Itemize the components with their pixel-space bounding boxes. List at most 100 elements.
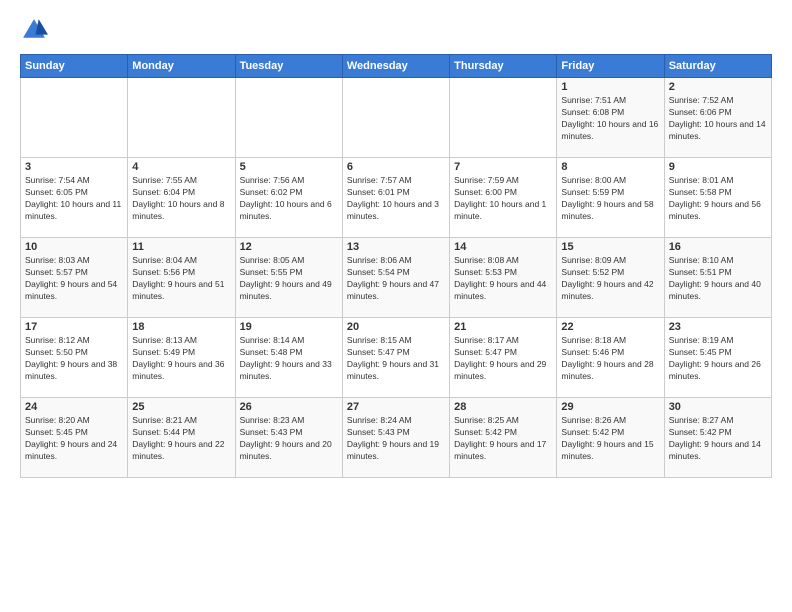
calendar-table: SundayMondayTuesdayWednesdayThursdayFrid… (20, 54, 772, 478)
calendar-cell: 13 Sunrise: 8:06 AM Sunset: 5:54 PM Dayli… (342, 238, 449, 318)
weekday-tuesday: Tuesday (235, 55, 342, 78)
calendar-cell: 29 Sunrise: 8:26 AM Sunset: 5:42 PM Dayli… (557, 398, 664, 478)
day-info: Sunrise: 8:08 AM Sunset: 5:53 PM Dayligh… (454, 255, 552, 303)
calendar-cell: 1 Sunrise: 7:51 AM Sunset: 6:08 PM Daylig… (557, 78, 664, 158)
calendar-cell: 18 Sunrise: 8:13 AM Sunset: 5:49 PM Dayli… (128, 318, 235, 398)
day-number: 18 (132, 321, 230, 333)
day-info: Sunrise: 8:17 AM Sunset: 5:47 PM Dayligh… (454, 335, 552, 383)
calendar-cell: 7Sunrise: 7:59 AM Sunset: 6:00 PM Daylig… (450, 158, 557, 238)
day-number: 10 (25, 241, 123, 253)
calendar-cell: 6 Sunrise: 7:57 AM Sunset: 6:01 PM Daylig… (342, 158, 449, 238)
day-number: 9 (669, 161, 767, 173)
day-info: Sunrise: 8:24 AM Sunset: 5:43 PM Dayligh… (347, 415, 445, 463)
day-info: Sunrise: 8:10 AM Sunset: 5:51 PM Dayligh… (669, 255, 767, 303)
calendar-cell: 22 Sunrise: 8:18 AM Sunset: 5:46 PM Dayli… (557, 318, 664, 398)
day-info: Sunrise: 8:19 AM Sunset: 5:45 PM Dayligh… (669, 335, 767, 383)
day-info: Sunrise: 8:18 AM Sunset: 5:46 PM Dayligh… (561, 335, 659, 383)
day-number: 3 (25, 161, 123, 173)
calendar-cell: 15 Sunrise: 8:09 AM Sunset: 5:52 PM Dayli… (557, 238, 664, 318)
day-number: 16 (669, 241, 767, 253)
day-info: Sunrise: 7:51 AM Sunset: 6:08 PM Dayligh… (561, 95, 659, 143)
day-info: Sunrise: 8:15 AM Sunset: 5:47 PM Dayligh… (347, 335, 445, 383)
calendar-cell (342, 78, 449, 158)
calendar-cell: 12 Sunrise: 8:05 AM Sunset: 5:55 PM Dayli… (235, 238, 342, 318)
day-number: 27 (347, 401, 445, 413)
day-number: 15 (561, 241, 659, 253)
day-number: 23 (669, 321, 767, 333)
day-info: Sunrise: 8:27 AM Sunset: 5:42 PM Dayligh… (669, 415, 767, 463)
calendar-cell: 28Sunrise: 8:25 AM Sunset: 5:42 PM Dayli… (450, 398, 557, 478)
calendar-cell: 25Sunrise: 8:21 AM Sunset: 5:44 PM Dayli… (128, 398, 235, 478)
calendar-cell: 11Sunrise: 8:04 AM Sunset: 5:56 PM Dayli… (128, 238, 235, 318)
weekday-wednesday: Wednesday (342, 55, 449, 78)
calendar-cell: 27 Sunrise: 8:24 AM Sunset: 5:43 PM Dayli… (342, 398, 449, 478)
day-info: Sunrise: 7:55 AM Sunset: 6:04 PM Dayligh… (132, 175, 230, 223)
calendar-cell: 19 Sunrise: 8:14 AM Sunset: 5:48 PM Dayli… (235, 318, 342, 398)
day-info: Sunrise: 8:20 AM Sunset: 5:45 PM Dayligh… (25, 415, 123, 463)
day-number: 21 (454, 321, 552, 333)
logo-icon (20, 16, 48, 44)
day-number: 30 (669, 401, 767, 413)
calendar-cell: 26Sunrise: 8:23 AM Sunset: 5:43 PM Dayli… (235, 398, 342, 478)
day-number: 12 (240, 241, 338, 253)
day-number: 24 (25, 401, 123, 413)
weekday-thursday: Thursday (450, 55, 557, 78)
day-number: 2 (669, 81, 767, 93)
calendar-cell (235, 78, 342, 158)
day-info: Sunrise: 8:21 AM Sunset: 5:44 PM Dayligh… (132, 415, 230, 463)
calendar-cell: 30 Sunrise: 8:27 AM Sunset: 5:42 PM Dayli… (664, 398, 771, 478)
week-row-2: 3 Sunrise: 7:54 AM Sunset: 6:05 PM Daylig… (21, 158, 772, 238)
calendar-cell (128, 78, 235, 158)
day-info: Sunrise: 8:26 AM Sunset: 5:42 PM Dayligh… (561, 415, 659, 463)
day-number: 8 (561, 161, 659, 173)
calendar-cell: 24 Sunrise: 8:20 AM Sunset: 5:45 PM Dayli… (21, 398, 128, 478)
day-number: 4 (132, 161, 230, 173)
day-number: 29 (561, 401, 659, 413)
calendar-cell: 3 Sunrise: 7:54 AM Sunset: 6:05 PM Daylig… (21, 158, 128, 238)
week-row-4: 17Sunrise: 8:12 AM Sunset: 5:50 PM Dayli… (21, 318, 772, 398)
calendar-cell: 14 Sunrise: 8:08 AM Sunset: 5:53 PM Dayli… (450, 238, 557, 318)
calendar-cell: 23 Sunrise: 8:19 AM Sunset: 5:45 PM Dayli… (664, 318, 771, 398)
day-info: Sunrise: 7:59 AM Sunset: 6:00 PM Dayligh… (454, 175, 552, 223)
day-number: 6 (347, 161, 445, 173)
day-number: 13 (347, 241, 445, 253)
day-info: Sunrise: 8:00 AM Sunset: 5:59 PM Dayligh… (561, 175, 659, 223)
day-number: 5 (240, 161, 338, 173)
calendar-cell: 17Sunrise: 8:12 AM Sunset: 5:50 PM Dayli… (21, 318, 128, 398)
calendar-body: 1 Sunrise: 7:51 AM Sunset: 6:08 PM Daylig… (21, 78, 772, 478)
calendar-cell: 2Sunrise: 7:52 AM Sunset: 6:06 PM Daylig… (664, 78, 771, 158)
week-row-5: 24 Sunrise: 8:20 AM Sunset: 5:45 PM Dayli… (21, 398, 772, 478)
day-number: 11 (132, 241, 230, 253)
calendar-cell: 16 Sunrise: 8:10 AM Sunset: 5:51 PM Dayli… (664, 238, 771, 318)
weekday-header-row: SundayMondayTuesdayWednesdayThursdayFrid… (21, 55, 772, 78)
day-number: 17 (25, 321, 123, 333)
week-row-3: 10 Sunrise: 8:03 AM Sunset: 5:57 PM Dayli… (21, 238, 772, 318)
calendar-page: SundayMondayTuesdayWednesdayThursdayFrid… (0, 0, 792, 612)
logo (20, 16, 52, 44)
day-info: Sunrise: 7:54 AM Sunset: 6:05 PM Dayligh… (25, 175, 123, 223)
weekday-sunday: Sunday (21, 55, 128, 78)
day-info: Sunrise: 7:57 AM Sunset: 6:01 PM Dayligh… (347, 175, 445, 223)
calendar-cell: 20 Sunrise: 8:15 AM Sunset: 5:47 PM Dayli… (342, 318, 449, 398)
day-number: 22 (561, 321, 659, 333)
day-number: 20 (347, 321, 445, 333)
day-number: 1 (561, 81, 659, 93)
day-info: Sunrise: 8:09 AM Sunset: 5:52 PM Dayligh… (561, 255, 659, 303)
calendar-cell: 21 Sunrise: 8:17 AM Sunset: 5:47 PM Dayli… (450, 318, 557, 398)
day-number: 14 (454, 241, 552, 253)
week-row-1: 1 Sunrise: 7:51 AM Sunset: 6:08 PM Daylig… (21, 78, 772, 158)
day-info: Sunrise: 8:14 AM Sunset: 5:48 PM Dayligh… (240, 335, 338, 383)
day-info: Sunrise: 8:13 AM Sunset: 5:49 PM Dayligh… (132, 335, 230, 383)
day-info: Sunrise: 8:05 AM Sunset: 5:55 PM Dayligh… (240, 255, 338, 303)
day-info: Sunrise: 8:06 AM Sunset: 5:54 PM Dayligh… (347, 255, 445, 303)
calendar-cell: 10 Sunrise: 8:03 AM Sunset: 5:57 PM Dayli… (21, 238, 128, 318)
weekday-friday: Friday (557, 55, 664, 78)
day-number: 19 (240, 321, 338, 333)
day-info: Sunrise: 7:56 AM Sunset: 6:02 PM Dayligh… (240, 175, 338, 223)
day-info: Sunrise: 8:01 AM Sunset: 5:58 PM Dayligh… (669, 175, 767, 223)
header (20, 16, 772, 44)
calendar-cell (21, 78, 128, 158)
day-info: Sunrise: 8:03 AM Sunset: 5:57 PM Dayligh… (25, 255, 123, 303)
weekday-monday: Monday (128, 55, 235, 78)
calendar-cell: 8 Sunrise: 8:00 AM Sunset: 5:59 PM Daylig… (557, 158, 664, 238)
